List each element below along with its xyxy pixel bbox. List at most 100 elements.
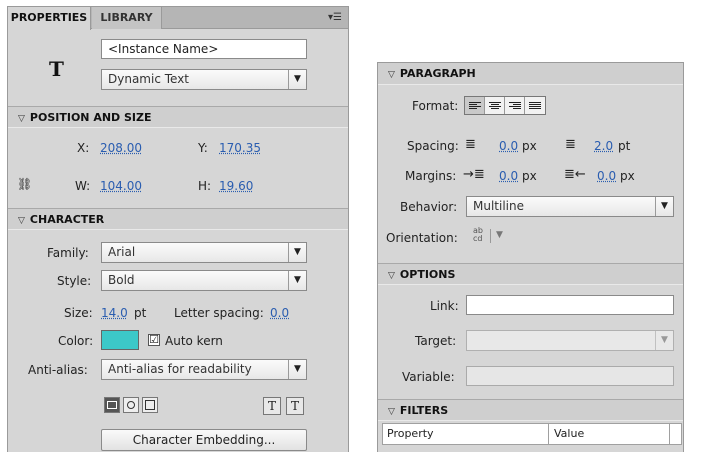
font-style-value: Bold bbox=[108, 273, 135, 287]
variable-input[interactable] bbox=[466, 366, 674, 386]
chevron-down-icon: ▼ bbox=[288, 271, 306, 290]
family-label: Family: bbox=[47, 246, 89, 260]
chevron-down-icon: ▼ bbox=[288, 70, 306, 89]
paragraph-title: PARAGRAPH bbox=[399, 67, 476, 80]
link-input[interactable] bbox=[466, 295, 674, 315]
alignment-group bbox=[464, 96, 546, 115]
align-left-icon[interactable] bbox=[465, 97, 485, 114]
options-header[interactable]: ▽ OPTIONS bbox=[378, 263, 683, 285]
anti-alias-value: Anti-alias for readability bbox=[108, 362, 252, 376]
behavior-value: Multiline bbox=[473, 199, 524, 213]
filters-title: FILTERS bbox=[399, 404, 449, 417]
chevron-down-icon[interactable]: ▼ bbox=[496, 230, 503, 240]
chevron-down-icon: ▼ bbox=[288, 243, 306, 262]
paragraph-options-panel: ▽ PARAGRAPH Format: Spacing: ≣ 0.0 px ≣ 2… bbox=[377, 62, 684, 452]
align-center-icon[interactable] bbox=[485, 97, 505, 114]
auto-kern-label: Auto kern bbox=[165, 334, 223, 348]
behavior-dropdown[interactable]: Multiline ▼ bbox=[466, 196, 674, 217]
right-margin-icon: ≣← bbox=[564, 167, 586, 182]
font-family-value: Arial bbox=[108, 245, 136, 259]
color-label: Color: bbox=[58, 334, 94, 348]
anti-alias-label: Anti-alias: bbox=[28, 363, 88, 377]
text-type-value: Dynamic Text bbox=[108, 72, 190, 86]
right-margin-unit: px bbox=[620, 169, 635, 183]
indent-value[interactable]: 0.0 bbox=[499, 139, 518, 153]
style-label: Style: bbox=[57, 274, 92, 288]
collapse-triangle-icon: ▽ bbox=[388, 70, 395, 80]
h-value[interactable]: 19.60 bbox=[219, 179, 253, 193]
constrain-proportions-icon[interactable]: ⛓ bbox=[17, 177, 32, 191]
collapse-triangle-icon: ▽ bbox=[388, 407, 395, 417]
size-label: Size: bbox=[64, 306, 93, 320]
auto-kern-checkbox[interactable]: ☑ bbox=[148, 334, 160, 346]
collapse-triangle-icon: ▽ bbox=[388, 271, 395, 281]
text-tool-icon: T bbox=[49, 57, 64, 81]
filters-header[interactable]: ▽ FILTERS bbox=[378, 399, 683, 421]
character-title: CHARACTER bbox=[29, 213, 105, 226]
text-orientation-icon[interactable]: ab cd bbox=[473, 227, 483, 243]
selectable-text-icon[interactable] bbox=[104, 397, 120, 413]
column-value[interactable]: Value bbox=[550, 424, 670, 444]
w-label: W: bbox=[75, 179, 91, 193]
show-border-icon[interactable] bbox=[142, 397, 158, 413]
render-html-icon[interactable] bbox=[123, 397, 139, 413]
orientation-label: Orientation: bbox=[386, 231, 458, 245]
w-value[interactable]: 104.00 bbox=[100, 179, 142, 193]
paragraph-header[interactable]: ▽ PARAGRAPH bbox=[378, 63, 683, 85]
indent-icon: ≣ bbox=[465, 137, 476, 152]
format-label: Format: bbox=[412, 99, 459, 113]
margins-label: Margins: bbox=[405, 169, 457, 183]
options-title: OPTIONS bbox=[399, 268, 456, 281]
h-label: H: bbox=[198, 179, 212, 193]
chevron-down-icon: ▼ bbox=[655, 331, 673, 350]
subscript-icon[interactable]: T bbox=[286, 397, 304, 415]
orientation-separator bbox=[490, 229, 491, 243]
tab-properties[interactable]: PROPERTIES bbox=[8, 7, 91, 30]
letter-spacing-value[interactable]: 0.0 bbox=[270, 306, 289, 320]
panel-tabbar: PROPERTIES LIBRARY ▾☰ bbox=[8, 7, 348, 30]
font-size-unit: pt bbox=[134, 306, 147, 320]
anti-alias-dropdown[interactable]: Anti-alias for readability ▼ bbox=[101, 359, 307, 380]
y-label: Y: bbox=[198, 141, 208, 155]
left-margin-unit: px bbox=[522, 169, 537, 183]
left-margin-icon: →≣ bbox=[463, 167, 485, 182]
character-embedding-button[interactable]: Character Embedding... bbox=[101, 429, 307, 451]
left-margin-value[interactable]: 0.0 bbox=[499, 169, 518, 183]
spacing-label: Spacing: bbox=[407, 139, 459, 153]
link-label: Link: bbox=[430, 299, 459, 313]
align-right-icon[interactable] bbox=[505, 97, 525, 114]
panel-menu-icon[interactable]: ▾☰ bbox=[328, 12, 342, 23]
letter-spacing-label: Letter spacing: bbox=[174, 306, 264, 320]
collapse-triangle-icon: ▽ bbox=[18, 216, 25, 226]
font-family-dropdown[interactable]: Arial ▼ bbox=[101, 242, 307, 263]
line-spacing-unit: pt bbox=[618, 139, 631, 153]
chevron-down-icon: ▼ bbox=[288, 360, 306, 379]
character-header[interactable]: ▽ CHARACTER bbox=[8, 208, 348, 230]
properties-panel: PROPERTIES LIBRARY ▾☰ T <Instance Name> … bbox=[7, 6, 349, 452]
collapse-triangle-icon: ▽ bbox=[18, 114, 25, 124]
x-value[interactable]: 208.00 bbox=[100, 141, 142, 155]
indent-unit: px bbox=[522, 139, 537, 153]
line-spacing-value[interactable]: 2.0 bbox=[594, 139, 613, 153]
y-value[interactable]: 170.35 bbox=[219, 141, 261, 155]
x-label: X: bbox=[77, 141, 90, 155]
variable-label: Variable: bbox=[402, 370, 455, 384]
superscript-icon[interactable]: T bbox=[263, 397, 281, 415]
position-size-header[interactable]: ▽ POSITION AND SIZE bbox=[8, 106, 348, 128]
behavior-label: Behavior: bbox=[400, 200, 458, 214]
position-size-title: POSITION AND SIZE bbox=[29, 111, 152, 124]
column-property[interactable]: Property bbox=[383, 424, 549, 444]
font-size-value[interactable]: 14.0 bbox=[101, 306, 128, 320]
target-dropdown[interactable]: ▼ bbox=[466, 330, 674, 351]
target-label: Target: bbox=[415, 334, 457, 348]
chevron-down-icon: ▼ bbox=[655, 197, 673, 216]
text-color-swatch[interactable] bbox=[101, 330, 139, 350]
instance-name-input[interactable]: <Instance Name> bbox=[101, 39, 307, 59]
line-spacing-icon: ≣ bbox=[565, 137, 576, 152]
font-style-dropdown[interactable]: Bold ▼ bbox=[101, 270, 307, 291]
align-justify-icon[interactable] bbox=[525, 97, 545, 114]
right-margin-value[interactable]: 0.0 bbox=[597, 169, 616, 183]
tab-library[interactable]: LIBRARY bbox=[92, 7, 162, 29]
filters-table-header: Property Value bbox=[382, 423, 682, 445]
text-type-dropdown[interactable]: Dynamic Text ▼ bbox=[101, 69, 307, 90]
